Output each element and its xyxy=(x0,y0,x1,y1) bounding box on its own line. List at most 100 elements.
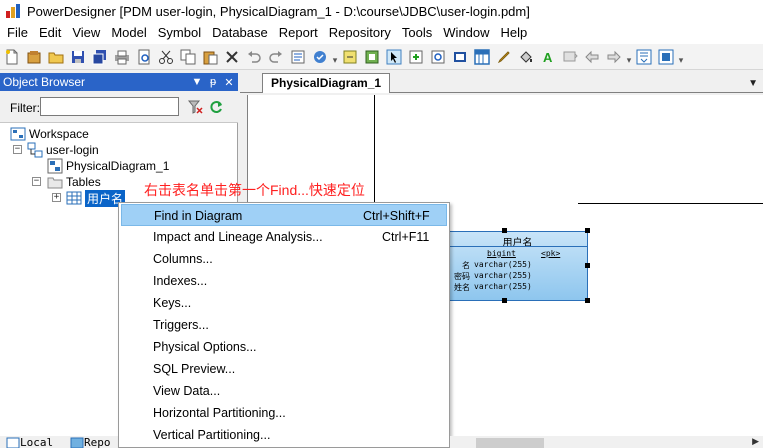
menu-item-vertical-partitioning[interactable]: Vertical Partitioning... xyxy=(121,424,447,446)
column-key: <pk> xyxy=(541,249,561,258)
filter-label: Filter: xyxy=(10,101,40,115)
instruction-annotation: 右击表名单击第一个Find...快速定位 xyxy=(144,182,365,198)
workspace-icon xyxy=(10,127,26,141)
table-symbol-divider xyxy=(448,246,587,247)
repository-tab-icon xyxy=(70,437,84,448)
menu-help[interactable]: Help xyxy=(496,23,534,43)
reference-tool-icon[interactable] xyxy=(657,48,675,66)
repository-icon[interactable] xyxy=(363,48,381,66)
toolbar-overflow-icon-2[interactable]: ▾ xyxy=(627,48,632,66)
filter-input[interactable] xyxy=(40,97,179,116)
column-type: varchar(255) xyxy=(474,282,532,291)
menu-edit[interactable]: Edit xyxy=(34,23,67,43)
object-browser-title: Object Browser xyxy=(3,75,86,89)
toolbar-overflow-icon-3[interactable]: ▾ xyxy=(679,48,684,66)
zoom-out-icon[interactable] xyxy=(451,48,469,66)
tab-local[interactable]: Local xyxy=(6,436,64,448)
close-icon[interactable]: ✕ xyxy=(222,76,236,89)
menu-item-physical-options[interactable]: Physical Options... xyxy=(121,336,447,358)
generate-icon[interactable] xyxy=(341,48,359,66)
selection-handle[interactable] xyxy=(585,263,590,268)
paste-icon[interactable] xyxy=(201,48,219,66)
menu-item-view-data[interactable]: View Data... xyxy=(121,380,447,402)
menu-report[interactable]: Report xyxy=(274,23,324,43)
tab-physical-diagram[interactable]: PhysicalDiagram_1 xyxy=(262,73,391,93)
table-symbol[interactable]: 用户名 bigint <pk> 名 varchar(255) 密码 varcha… xyxy=(447,231,588,301)
align-icon[interactable] xyxy=(561,48,579,66)
undo-icon[interactable] xyxy=(245,48,263,66)
pencil-icon[interactable] xyxy=(495,48,513,66)
menu-window[interactable]: Window xyxy=(438,23,495,43)
redo-icon[interactable] xyxy=(267,48,285,66)
zoom-in-icon[interactable] xyxy=(429,48,447,66)
diagram-icon xyxy=(47,158,63,174)
menu-model[interactable]: Model xyxy=(106,23,152,43)
menu-item-find-in-diagram[interactable]: Find in Diagram Ctrl+Shift+F xyxy=(121,204,447,226)
tree-node-workspace[interactable]: Workspace xyxy=(10,126,89,142)
menu-item-triggers[interactable]: Triggers... xyxy=(121,314,447,336)
selection-handle[interactable] xyxy=(502,228,507,233)
horizontal-scrollbar[interactable]: ▶ xyxy=(450,436,763,448)
menu-view[interactable]: View xyxy=(67,23,106,43)
refresh-icon[interactable] xyxy=(208,99,224,115)
tab-repository[interactable]: Repo xyxy=(70,436,118,448)
open-icon[interactable] xyxy=(47,48,65,66)
selection-handle[interactable] xyxy=(585,228,590,233)
menu-item-impact-analysis[interactable]: Impact and Lineage Analysis... Ctrl+F11 xyxy=(121,226,447,248)
fill-icon[interactable] xyxy=(517,48,535,66)
menu-tools[interactable]: Tools xyxy=(397,23,438,43)
table-tool-icon[interactable] xyxy=(473,48,491,66)
menu-item-label: Keys... xyxy=(153,296,192,310)
print-icon[interactable] xyxy=(113,48,131,66)
panel-menu-icon[interactable]: ▼ xyxy=(190,76,204,88)
scrollbar-thumb[interactable] xyxy=(476,438,544,448)
collapse-model-icon[interactable]: − xyxy=(13,145,22,154)
menu-item-horizontal-partitioning[interactable]: Horizontal Partitioning... xyxy=(121,402,447,424)
forward-icon[interactable] xyxy=(605,48,623,66)
tree-node-selected-table[interactable]: 用户名 xyxy=(66,189,126,207)
print-preview-icon[interactable] xyxy=(135,48,153,66)
expand-table-icon[interactable]: + xyxy=(52,193,61,202)
view-tool-icon[interactable] xyxy=(635,48,653,66)
pointer-icon[interactable] xyxy=(385,48,403,66)
new-model-icon[interactable] xyxy=(3,48,21,66)
save-icon[interactable] xyxy=(69,48,87,66)
menu-database[interactable]: Database xyxy=(207,23,274,43)
pin-icon[interactable]: ᵽ xyxy=(206,76,220,88)
back-icon[interactable] xyxy=(583,48,601,66)
font-color-icon[interactable]: A xyxy=(539,48,557,66)
menu-item-label: View Data... xyxy=(153,384,221,398)
menu-item-columns[interactable]: Columns... xyxy=(121,248,447,270)
column-name: 名 xyxy=(462,261,470,270)
menu-item-keys[interactable]: Keys... xyxy=(121,292,447,314)
page-boundary-horizontal xyxy=(578,203,763,204)
tree-node-diagram[interactable]: PhysicalDiagram_1 xyxy=(47,158,169,174)
tree-node-model[interactable]: user-login xyxy=(27,142,99,158)
grabber-icon[interactable] xyxy=(407,48,425,66)
properties-icon[interactable] xyxy=(289,48,307,66)
selection-handle[interactable] xyxy=(502,298,507,303)
delete-icon[interactable] xyxy=(223,48,241,66)
check-model-icon[interactable] xyxy=(311,48,329,66)
menu-file[interactable]: File xyxy=(2,23,34,43)
clear-filter-icon[interactable] xyxy=(187,99,203,115)
save-all-icon[interactable] xyxy=(91,48,109,66)
new-project-icon[interactable] xyxy=(25,48,43,66)
scroll-right-icon[interactable]: ▶ xyxy=(752,436,759,447)
tree-node-tables[interactable]: Tables xyxy=(47,174,101,190)
menu-item-indexes[interactable]: Indexes... xyxy=(121,270,447,292)
tree-label-model: user-login xyxy=(46,143,99,157)
menu-item-sql-preview[interactable]: SQL Preview... xyxy=(121,358,447,380)
toolbar-overflow-icon[interactable]: ▾ xyxy=(333,48,338,66)
menu-repository[interactable]: Repository xyxy=(324,23,397,43)
tab-list-icon[interactable]: ▼ xyxy=(748,78,758,89)
column-name: 姓名 xyxy=(454,283,470,292)
collapse-tables-icon[interactable]: − xyxy=(32,177,41,186)
physical-model-icon xyxy=(27,142,43,158)
menu-item-label: Physical Options... xyxy=(153,340,257,354)
copy-icon[interactable] xyxy=(179,48,197,66)
selection-handle[interactable] xyxy=(585,298,590,303)
table-icon xyxy=(66,191,82,205)
cut-icon[interactable] xyxy=(157,48,175,66)
menu-symbol[interactable]: Symbol xyxy=(153,23,207,43)
